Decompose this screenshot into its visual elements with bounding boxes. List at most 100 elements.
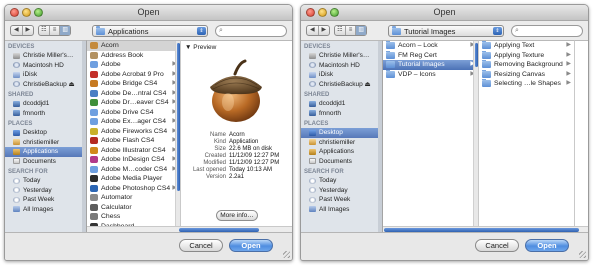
cancel-button[interactable]: Cancel xyxy=(179,239,223,252)
preview-header[interactable]: ▼ Preview xyxy=(181,41,292,51)
sidebar-item-christie-miller-s[interactable]: Christie Miller's… xyxy=(5,51,86,61)
list-item[interactable]: Adobe Dr…eaver CS4▶ xyxy=(87,98,180,108)
resize-grip-icon[interactable] xyxy=(579,251,586,258)
sidebar-item-label: christiemiller xyxy=(319,138,356,146)
sidebar-item-christiemiller[interactable]: christiemiller xyxy=(5,138,86,148)
forward-button[interactable]: ▶ xyxy=(319,26,330,35)
list-item[interactable]: Applying Texture ▶ xyxy=(479,50,574,61)
app-icon xyxy=(90,194,98,202)
sidebar-item-fmnorth[interactable]: fmnorth xyxy=(5,109,86,119)
resize-grip-icon[interactable] xyxy=(283,251,290,258)
list-view-button[interactable]: ≡ xyxy=(50,26,61,35)
open-button[interactable]: Open xyxy=(229,239,273,252)
list-item[interactable]: Adobe Illustrator CS4▶ xyxy=(87,146,180,156)
list-item[interactable]: Resizing Canvas ▶ xyxy=(479,69,574,80)
list-item[interactable]: Acorn xyxy=(87,41,180,51)
sidebar-item-past-week[interactable]: Past Week xyxy=(301,195,382,205)
sidebar-item-christiemiller[interactable]: christiemiller xyxy=(301,138,382,148)
sidebar-item-christiebackup[interactable]: ChristieBackup ⏏ xyxy=(301,80,382,90)
sidebar-item-past-week[interactable]: Past Week xyxy=(5,195,86,205)
sidebar-item-desktop[interactable]: Desktop xyxy=(301,128,382,138)
folder-icon xyxy=(386,41,395,50)
forward-button[interactable]: ▶ xyxy=(23,26,34,35)
home-icon xyxy=(309,139,316,146)
sidebar-item-yesterday[interactable]: Yesterday xyxy=(301,186,382,196)
cancel-button[interactable]: Cancel xyxy=(475,239,519,252)
list-item[interactable]: Chess xyxy=(87,212,180,222)
sidebar-item-all-images[interactable]: All Images xyxy=(5,205,86,215)
list-item[interactable]: Address Book xyxy=(87,51,180,61)
app-icon xyxy=(90,137,98,145)
list-item[interactable]: Adobe Photoshop CS4▶ xyxy=(87,184,180,194)
metadata-row-created: Created 11/12/09 12:27 PM xyxy=(184,153,289,160)
list-item[interactable]: Adobe Ex…ager CS4▶ xyxy=(87,117,180,127)
location-popup[interactable]: Tutorial Images ⇕ xyxy=(388,25,504,37)
open-button[interactable]: Open xyxy=(525,239,569,252)
sidebar-scrollbar[interactable] xyxy=(82,41,86,232)
list-item[interactable]: Adobe Acrobat 9 Pro▶ xyxy=(87,70,180,80)
search-field[interactable]: ⌕ xyxy=(215,25,287,37)
sidebar-item-documents[interactable]: Documents xyxy=(5,157,86,167)
list-item[interactable]: Adobe Media Player xyxy=(87,174,180,184)
list-item[interactable]: FM Reg Cert xyxy=(383,50,478,61)
list-item[interactable]: Automator xyxy=(87,193,180,203)
list-item[interactable]: Adobe De…ntral CS4▶ xyxy=(87,89,180,99)
list-item-label: Adobe Drive CS4 xyxy=(101,108,154,116)
sidebar-section-places: PLACES xyxy=(304,121,329,127)
list-item[interactable]: Adobe Bridge CS4▶ xyxy=(87,79,180,89)
sidebar-item-fmnorth[interactable]: fmnorth xyxy=(301,109,382,119)
list-item[interactable]: Tutorial Images▶ xyxy=(383,60,478,70)
sidebar-scrollbar[interactable] xyxy=(378,41,382,232)
sidebar-item-idisk[interactable]: iDisk xyxy=(5,70,86,80)
list-item[interactable]: VDP – Icons▶ xyxy=(383,69,478,80)
app-icon xyxy=(90,42,98,50)
sidebar-item-desktop[interactable]: Desktop xyxy=(5,128,86,138)
column-view-button[interactable]: ▥ xyxy=(356,26,367,35)
file-column-scrollbar[interactable] xyxy=(473,41,478,232)
list-item[interactable]: Adobe Drive CS4▶ xyxy=(87,108,180,118)
list-item[interactable]: Removing Background ▶ xyxy=(479,60,574,70)
sidebar-item-macintosh-hd[interactable]: Macintosh HD xyxy=(5,61,86,71)
location-popup[interactable]: Applications ⇕ xyxy=(92,25,208,37)
sidebar-item-macintosh-hd[interactable]: Macintosh HD xyxy=(301,61,382,71)
sidebar-item-idisk[interactable]: iDisk xyxy=(301,70,382,80)
sidebar-item-label: Past Week xyxy=(23,196,55,204)
back-button[interactable]: ◀ xyxy=(307,26,319,35)
icon-view-button[interactable]: ☷ xyxy=(39,26,50,35)
title-bar[interactable]: Open xyxy=(5,5,292,21)
list-item[interactable]: Calculator xyxy=(87,203,180,213)
metadata-value: Application xyxy=(229,139,259,145)
list-item[interactable]: Adobe M…coder CS4▶ xyxy=(87,165,180,175)
list-item[interactable]: Acorn – Lock▶ xyxy=(383,41,478,51)
sidebar-item-applications[interactable]: Applications xyxy=(5,147,86,157)
list-view-button[interactable]: ≡ xyxy=(346,26,357,35)
icon-view-button[interactable]: ☷ xyxy=(335,26,346,35)
scrollbar-thumb[interactable] xyxy=(177,43,180,191)
search-field[interactable]: ⌕ xyxy=(511,25,583,37)
toolbar: ◀ ▶ ☷ ≡ ▥ Applications ⇕ ⌕ xyxy=(5,22,292,40)
sidebar-item-yesterday[interactable]: Yesterday xyxy=(5,186,86,196)
sidebar-item-today[interactable]: Today xyxy=(5,176,86,186)
sidebar-item-today[interactable]: Today xyxy=(301,176,382,186)
scrollbar-thumb[interactable] xyxy=(475,43,478,67)
sidebar-item-christiebackup[interactable]: ChristieBackup ⏏ xyxy=(5,80,86,90)
column-view-button[interactable]: ▥ xyxy=(60,26,71,35)
sidebar-item-documents[interactable]: Documents xyxy=(301,157,382,167)
sidebar-item-all-images[interactable]: All Images xyxy=(301,205,382,215)
title-bar[interactable]: Open xyxy=(301,5,588,21)
back-button[interactable]: ◀ xyxy=(11,26,23,35)
sidebar-section-shared: SHARED xyxy=(8,92,34,98)
sidebar-item-applications[interactable]: Applications xyxy=(301,147,382,157)
list-item[interactable]: Adobe InDesign CS4▶ xyxy=(87,155,180,165)
list-item[interactable]: Selecting …le Shapes ▶ xyxy=(479,79,574,89)
list-item[interactable]: Applying Text ▶ xyxy=(479,41,574,51)
sidebar-item-christie-miller-s[interactable]: Christie Miller's… xyxy=(301,51,382,61)
list-item[interactable]: Adobe Flash CS4▶ xyxy=(87,136,180,146)
sidebar-item-dcoddjd1[interactable]: dcoddjd1 xyxy=(301,99,382,109)
file-column-scrollbar[interactable] xyxy=(175,41,180,232)
sidebar-item-dcoddjd1[interactable]: dcoddjd1 xyxy=(5,99,86,109)
list-item[interactable]: Adobe▶ xyxy=(87,60,180,70)
more-info-button[interactable]: More info… xyxy=(216,210,258,221)
list-item[interactable]: Adobe Fireworks CS4▶ xyxy=(87,127,180,137)
sidebar-section-search-for: SEARCH FOR xyxy=(8,169,48,175)
